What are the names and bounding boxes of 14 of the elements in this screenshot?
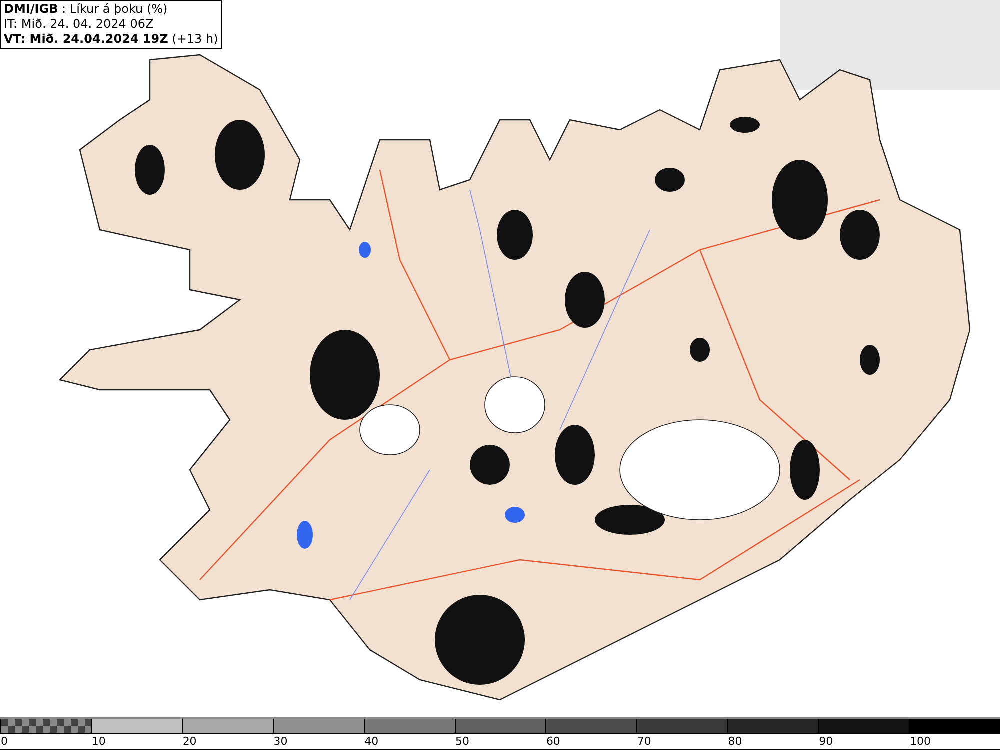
legend-label: 80 bbox=[727, 733, 818, 749]
info-text: DMI/IGB : Líkur á þoku (%) bbox=[4, 2, 169, 17]
legend-label: 20 bbox=[182, 733, 273, 749]
info-text: VT: Mið. 24.04.2024 19Z (+13 h) bbox=[4, 32, 218, 47]
legend-label: 50 bbox=[454, 733, 546, 749]
legend-label: 60 bbox=[545, 733, 636, 749]
legend-label: 90 bbox=[818, 733, 910, 749]
legend-label: 100 bbox=[909, 733, 1000, 749]
legend-label: 30 bbox=[272, 733, 364, 749]
legend-label: 70 bbox=[636, 733, 728, 749]
legend-label: 40 bbox=[364, 733, 455, 749]
legend-label: 0 bbox=[0, 733, 91, 749]
info-text: IT: Mið. 24. 04. 2024 06Z bbox=[4, 17, 155, 32]
legend-label: 10 bbox=[90, 733, 182, 749]
